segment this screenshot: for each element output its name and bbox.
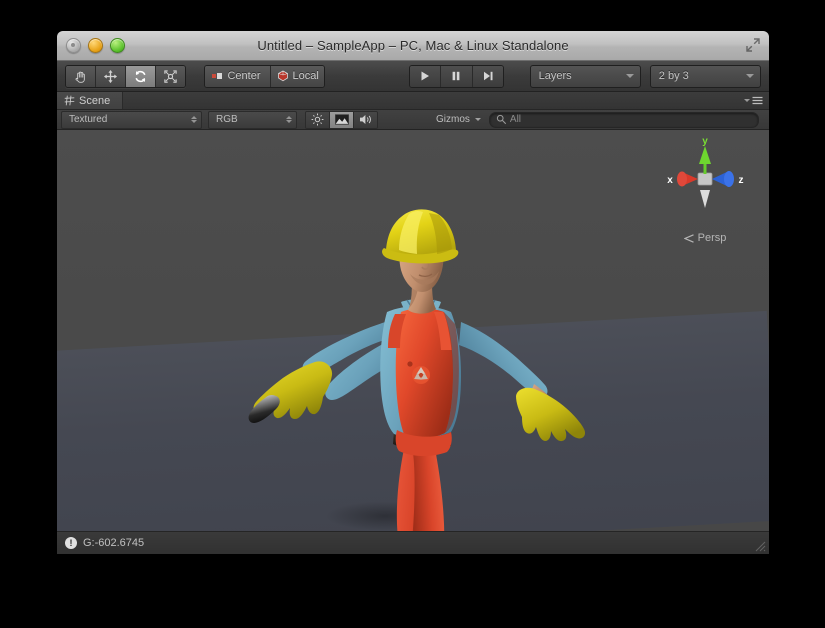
scale-tool-button[interactable] bbox=[156, 65, 186, 87]
draw-mode-label: Textured bbox=[69, 114, 108, 125]
scene-search-field[interactable]: All bbox=[488, 111, 759, 128]
layout-dropdown-label: 2 by 3 bbox=[658, 70, 689, 82]
scene-lighting-toggle[interactable] bbox=[306, 111, 330, 128]
scene-view-toggles bbox=[305, 110, 378, 129]
zoom-button[interactable] bbox=[110, 38, 125, 53]
skybox-image-icon bbox=[334, 114, 349, 125]
move-tool-button[interactable] bbox=[96, 65, 127, 87]
updown-chevron-icon bbox=[286, 116, 292, 123]
chevron-down-icon bbox=[744, 99, 750, 102]
window-controls bbox=[66, 38, 125, 53]
tab-scene[interactable]: Scene bbox=[57, 92, 124, 109]
gizmos-dropdown-label: Gizmos bbox=[436, 114, 470, 125]
scene-skybox-toggle[interactable] bbox=[330, 111, 354, 128]
panel-tab-bar: Scene bbox=[57, 92, 769, 110]
resize-grip[interactable] bbox=[752, 538, 766, 552]
scene-control-bar: Textured RGB Gizmos All bbox=[57, 110, 769, 130]
svg-text:z: z bbox=[739, 175, 744, 186]
pivot-icon bbox=[212, 73, 223, 79]
local-axis-icon bbox=[277, 70, 288, 82]
panel-options-button[interactable] bbox=[744, 96, 763, 105]
hand-tool-button[interactable] bbox=[66, 65, 97, 87]
gizmos-dropdown[interactable]: Gizmos bbox=[436, 114, 481, 125]
layers-dropdown-label: Layers bbox=[538, 70, 572, 82]
projection-mode-label[interactable]: Persp bbox=[655, 232, 755, 244]
search-icon bbox=[496, 114, 507, 125]
pivot-mode-button[interactable]: Center bbox=[205, 65, 271, 87]
transform-tools-group bbox=[65, 64, 187, 88]
draw-mode-dropdown[interactable]: Textured bbox=[61, 110, 202, 129]
pivot-rotation-group: Center Local bbox=[204, 64, 326, 88]
desktop-background: Untitled – SampleApp – PC, Mac & Linux S… bbox=[0, 0, 825, 628]
rotate-tool-button[interactable] bbox=[126, 65, 157, 87]
hamburger-icon bbox=[752, 96, 763, 105]
svg-text:y: y bbox=[702, 136, 708, 147]
play-button[interactable] bbox=[410, 65, 442, 87]
sun-icon bbox=[311, 113, 324, 126]
step-button[interactable] bbox=[472, 65, 503, 87]
projection-chevron-icon bbox=[683, 233, 694, 243]
color-mode-label: RGB bbox=[216, 114, 238, 125]
scene-search-value: All bbox=[509, 114, 522, 125]
error-icon: ! bbox=[65, 537, 77, 549]
status-bar[interactable]: ! G:-602.6745 bbox=[57, 531, 769, 554]
tab-scene-label: Scene bbox=[79, 94, 111, 107]
fullscreen-icon[interactable] bbox=[744, 36, 762, 54]
scene-grid-icon bbox=[64, 95, 75, 106]
scene-object-character[interactable] bbox=[229, 162, 629, 531]
chevron-down-icon bbox=[625, 74, 634, 78]
window-title: Untitled – SampleApp – PC, Mac & Linux S… bbox=[257, 38, 569, 53]
scene-axis-gizmo[interactable]: y x z Persp bbox=[655, 136, 755, 246]
status-message: G:-602.6745 bbox=[83, 537, 145, 549]
chevron-down-icon bbox=[474, 118, 481, 121]
rotation-mode-button[interactable]: Local bbox=[270, 65, 325, 87]
scene-viewport[interactable]: y x z Persp bbox=[57, 130, 769, 531]
rotation-mode-label: Local bbox=[292, 70, 319, 82]
pivot-mode-label: Center bbox=[227, 70, 261, 82]
scene-audio-toggle[interactable] bbox=[354, 111, 377, 128]
window-title-bar[interactable]: Untitled – SampleApp – PC, Mac & Linux S… bbox=[57, 31, 769, 61]
close-button[interactable] bbox=[66, 38, 81, 53]
updown-chevron-icon bbox=[191, 116, 197, 123]
chevron-down-icon bbox=[746, 74, 754, 78]
persp-text: Persp bbox=[697, 232, 727, 244]
layout-dropdown[interactable]: 2 by 3 bbox=[649, 64, 761, 88]
playback-controls bbox=[409, 64, 504, 88]
svg-text:x: x bbox=[667, 175, 673, 186]
main-toolbar: Center Local Layers 2 by 3 bbox=[57, 61, 769, 92]
color-mode-dropdown[interactable]: RGB bbox=[208, 110, 297, 129]
application-window: Untitled – SampleApp – PC, Mac & Linux S… bbox=[57, 31, 769, 554]
pause-button[interactable] bbox=[441, 65, 473, 87]
minimize-button[interactable] bbox=[88, 38, 103, 53]
layers-dropdown[interactable]: Layers bbox=[529, 64, 641, 88]
speaker-icon bbox=[359, 115, 371, 124]
